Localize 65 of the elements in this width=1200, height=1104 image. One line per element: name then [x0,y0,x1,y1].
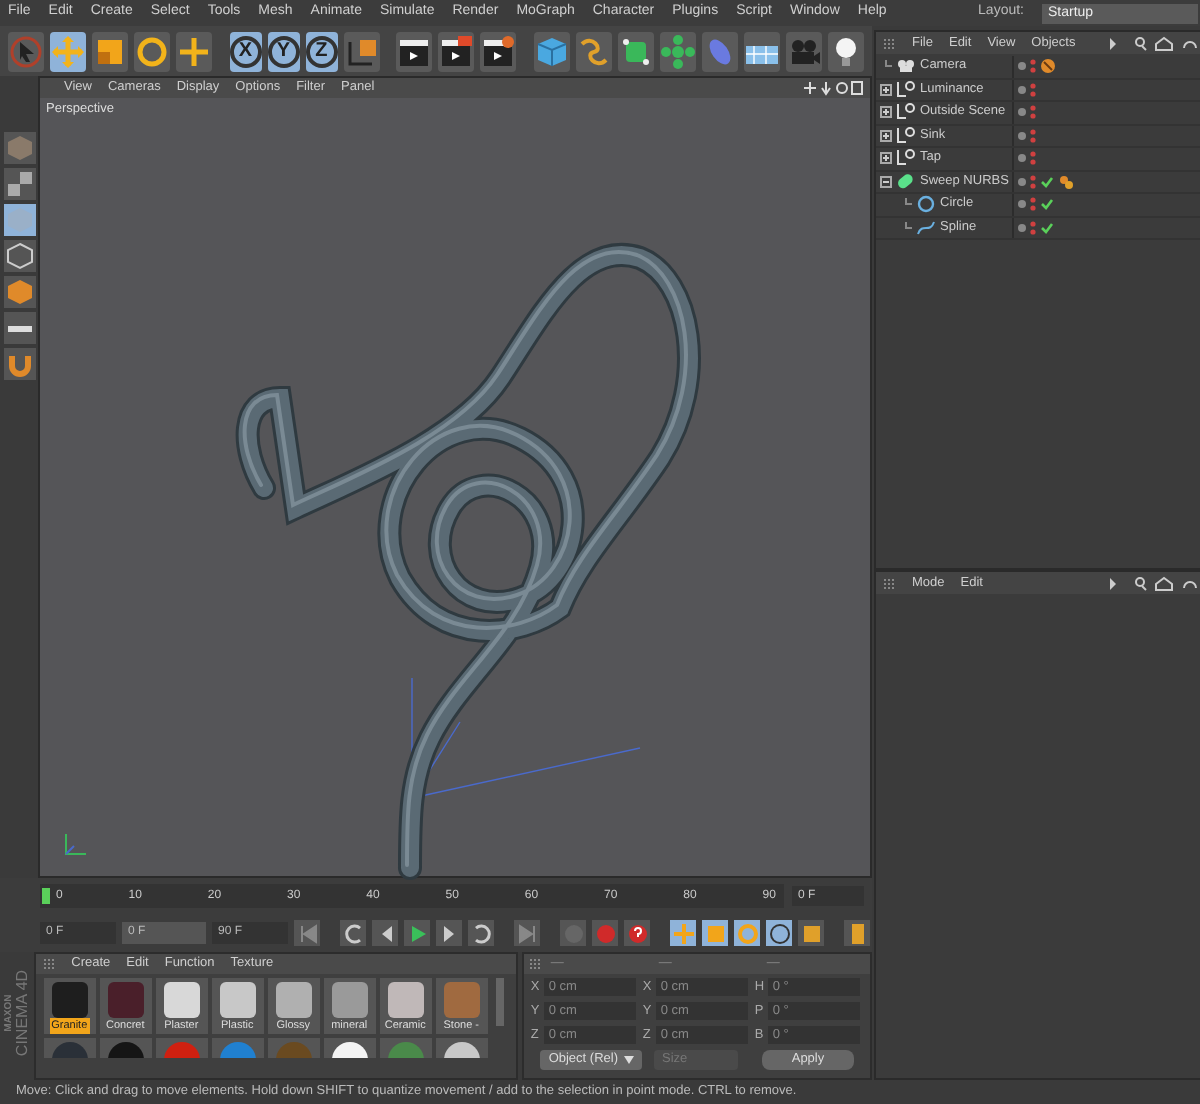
plus-icon [176,33,212,69]
clapperboard-icon[interactable] [438,33,475,69]
world-axis-icon [60,832,88,860]
tool-button[interactable] [50,31,86,71]
light-object-icon [896,148,916,169]
tool-button[interactable] [134,31,170,71]
parameter-key-icon[interactable] [767,921,791,945]
tool-button[interactable] [92,31,128,71]
product-logo-text: CINEMA 4D [15,969,31,1057]
checker-icon[interactable] [5,170,33,198]
clapperboard-icon[interactable] [480,33,517,69]
visibility-switch-icon[interactable] [1030,219,1036,236]
tool-button[interactable] [176,31,212,71]
panel-grip-icon[interactable] [884,37,896,49]
cube-icon[interactable] [5,278,33,306]
panel-grip-icon[interactable] [530,958,543,970]
tree-line-icon [900,198,912,211]
spline-icon[interactable] [576,33,613,69]
array-icon[interactable] [660,33,697,69]
expand-icon[interactable] [880,83,892,96]
tree-line-icon [880,60,892,73]
grid-icon[interactable] [799,921,823,945]
view-navigation-icons[interactable] [804,80,864,96]
spline-icon [916,217,936,238]
expand-icon[interactable] [880,129,892,142]
rotate-icon [134,33,170,69]
light-object-icon [896,125,916,146]
skip-end-icon[interactable] [515,921,539,945]
visibility-switch-icon[interactable] [1030,81,1036,98]
axis-button[interactable]: X [229,31,262,71]
visibility-switch-icon[interactable] [1030,173,1036,190]
caret-icon [624,1056,634,1065]
visibility-switch-icon[interactable] [1030,127,1036,144]
expand-icon[interactable] [880,152,892,165]
light-object-icon [896,102,916,123]
tool-button[interactable] [8,31,44,71]
tree-line-icon [900,221,912,234]
axis-button[interactable]: Y [267,31,300,71]
visibility-switch-icon[interactable] [1030,104,1036,121]
expand-icon[interactable] [880,106,892,119]
collapse-icon[interactable] [880,175,892,188]
tag-icon[interactable] [1058,173,1074,190]
light-object-icon [896,79,916,100]
cube-icon[interactable] [534,33,571,69]
circle-spline-icon [916,194,936,215]
playhead-marker[interactable] [42,888,50,904]
visibility-switch-icon[interactable] [1030,196,1036,213]
nurbs-icon[interactable] [618,33,655,69]
visibility-switch-icon[interactable] [1030,150,1036,167]
panel-toolbar-icons[interactable] [1107,575,1200,591]
tag-icon[interactable] [1040,58,1056,75]
skip-start-icon[interactable] [295,921,319,945]
move-icon [50,33,86,69]
cube-icon[interactable] [5,242,33,270]
panel-grip-icon[interactable] [884,577,896,589]
scrollbar[interactable] [495,978,504,1026]
panel-grip-icon[interactable] [43,958,56,970]
panel-toolbar-icons[interactable] [1107,35,1200,51]
help-icon[interactable] [625,921,649,945]
sweep-icon [896,171,916,192]
pointer-icon [8,33,44,69]
axis-button[interactable]: Z [305,31,338,71]
magnet-icon[interactable] [5,350,33,378]
loop-icon[interactable] [341,921,365,945]
visibility-switch-icon[interactable] [1030,58,1036,75]
